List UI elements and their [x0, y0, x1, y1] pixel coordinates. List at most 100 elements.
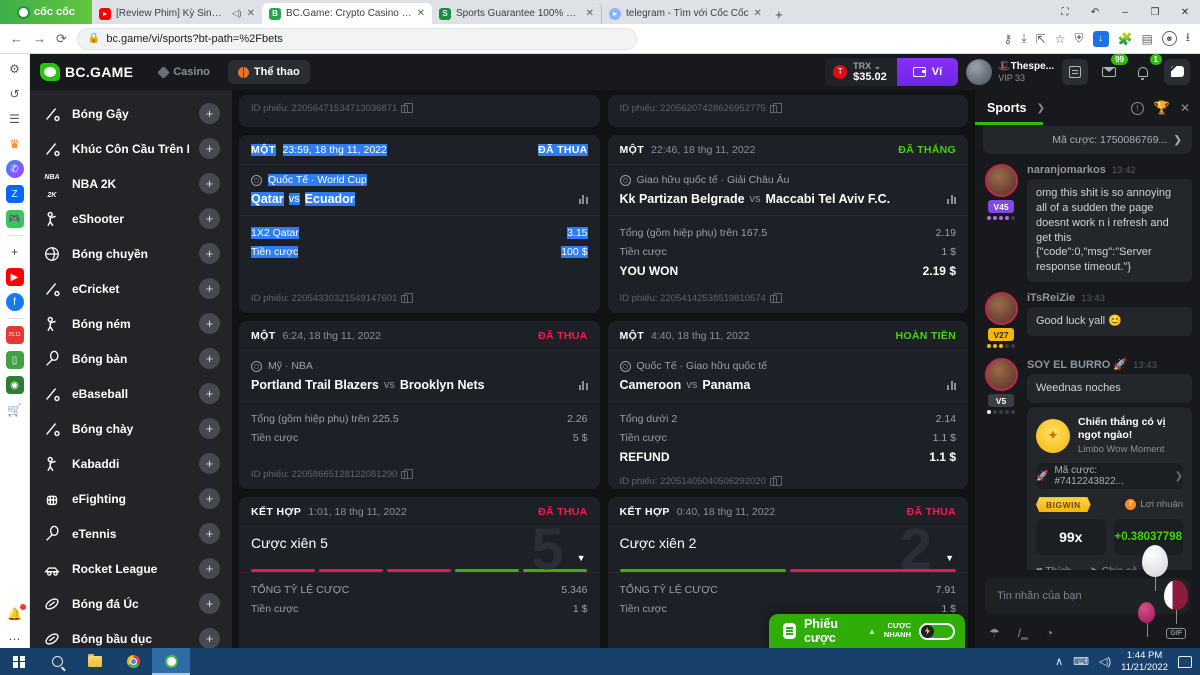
- maximize-button[interactable]: ❒: [1140, 7, 1170, 18]
- sidebar-item-bóng-bàn[interactable]: Bóng bàn+: [30, 341, 232, 376]
- tray-expand-icon[interactable]: ∧: [1055, 655, 1063, 668]
- football-icon[interactable]: ◉: [6, 376, 24, 394]
- browser-tab-4[interactable]: telegram - Tìm với Cốc Cốc✕: [602, 3, 769, 24]
- bet-card[interactable]: MỘT4:40, 18 thg 11, 2022HOÀN TIỀNQuốc Tế…: [608, 321, 969, 489]
- trophy-icon[interactable]: 🏆: [1154, 100, 1170, 116]
- user-profile[interactable]: 🎩Thespe... VIP 33: [966, 59, 1054, 85]
- add-sport-button[interactable]: +: [199, 523, 220, 544]
- combo-expand-icon[interactable]: ▼: [577, 553, 586, 563]
- match-stats-icon[interactable]: [579, 194, 588, 204]
- youtube-icon[interactable]: ▶: [6, 268, 24, 286]
- tab-close-icon[interactable]: ✕: [754, 8, 762, 19]
- chat-close-icon[interactable]: ✕: [1180, 101, 1190, 115]
- minimize-button[interactable]: –: [1110, 7, 1140, 18]
- browser-profile-icon[interactable]: ☻: [1162, 31, 1177, 46]
- install-icon[interactable]: ⤓: [1021, 31, 1026, 46]
- sale-25-11-icon[interactable]: 25.11: [6, 326, 24, 344]
- add-sport-button[interactable]: +: [199, 593, 220, 614]
- taskbar-search-button[interactable]: [38, 648, 76, 675]
- nav-casino[interactable]: Casino: [149, 60, 220, 84]
- add-sport-button[interactable]: +: [199, 103, 220, 124]
- reading-list-icon[interactable]: ☰: [6, 110, 24, 128]
- add-sport-button[interactable]: +: [199, 453, 220, 474]
- battery-icon[interactable]: ▯: [6, 351, 24, 369]
- bet-card[interactable]: MỘT6:24, 18 thg 11, 2022ĐÃ THUAMỹ · NBAP…: [239, 321, 600, 489]
- tab-close-icon[interactable]: ✕: [417, 8, 425, 19]
- mail-button[interactable]: 99: [1096, 59, 1122, 85]
- gif-button[interactable]: GIF: [1166, 628, 1186, 639]
- add-sport-button[interactable]: +: [199, 558, 220, 579]
- settings-gear-icon[interactable]: ⚙: [6, 60, 24, 78]
- chat-avatar[interactable]: [985, 164, 1018, 197]
- sidebar-item-khúc-côn-cầu-trên-băng[interactable]: Khúc Côn Cầu Trên Băng+: [30, 131, 232, 166]
- add-sport-button[interactable]: +: [199, 138, 220, 159]
- browser-tab-2[interactable]: BC.Game: Crypto Casino Gam✕: [262, 3, 432, 24]
- sidebar-item-bóng-chuyền[interactable]: Bóng chuyền+: [30, 236, 232, 271]
- chat-tab-sports[interactable]: Sports: [985, 91, 1029, 125]
- sidebar-item-eshooter[interactable]: eShooter+: [30, 201, 232, 236]
- sidebar-item-etennis[interactable]: eTennis+: [30, 516, 232, 551]
- sidebar-toggle-icon[interactable]: ▤: [1141, 32, 1152, 46]
- sidebar-item-nba-2k[interactable]: NBA2KNBA 2K+: [30, 166, 232, 201]
- volume-icon[interactable]: ◁): [1099, 655, 1111, 668]
- zalo-icon[interactable]: Z: [6, 185, 24, 203]
- add-sport-button[interactable]: +: [199, 313, 220, 334]
- bet-card[interactable]: MỘT22:46, 18 thg 11, 2022ĐÃ THẮNGGiao hữ…: [608, 135, 969, 313]
- browser-tab-1[interactable]: [Review Phim] Kỳ Sinh Tr..◁)✕: [92, 3, 262, 24]
- combo-expand-icon[interactable]: ▼: [945, 553, 954, 563]
- coin-drop-icon[interactable]: ◔: [1046, 626, 1053, 640]
- new-tab-button[interactable]: +: [769, 4, 789, 24]
- copy-icon[interactable]: [770, 478, 777, 486]
- restore-tab-icon[interactable]: ↶: [1080, 7, 1110, 18]
- screenshot-tool-icon[interactable]: ⛶: [1050, 7, 1080, 18]
- forward-button[interactable]: →: [33, 31, 46, 46]
- rain-feature-icon[interactable]: ☂: [989, 626, 1000, 640]
- copy-icon[interactable]: [401, 105, 408, 113]
- win-share-card[interactable]: Chiến thắng có vị ngọt ngào!Limbo Wow Mo…: [1027, 407, 1192, 570]
- chrome-button[interactable]: [114, 648, 152, 675]
- more-icon[interactable]: ⋯: [6, 630, 24, 648]
- notifications-button[interactable]: 1: [1130, 59, 1156, 85]
- chat-message-input[interactable]: [985, 578, 1190, 614]
- chat-partial-bet-code[interactable]: Mã cược: 1750086769...❯: [983, 126, 1192, 154]
- sidebar-item-bóng-chày[interactable]: Bóng chày+: [30, 411, 232, 446]
- browser-tab-3[interactable]: Sports Guarantee 100% cash✕: [432, 3, 602, 24]
- chat-toggle-button[interactable]: [1164, 59, 1190, 85]
- match-stats-icon[interactable]: [947, 380, 956, 390]
- bet-card[interactable]: MỘT23:59, 18 thg 11, 2022ĐÃ THUAQuốc Tế …: [239, 135, 600, 313]
- coccoc-brand[interactable]: cốc cốc: [0, 0, 92, 24]
- address-bar[interactable]: 🔒 bc.game/vi/sports?bt-path=%2Fbets: [77, 28, 637, 50]
- sidebar-item-ecricket[interactable]: eCricket+: [30, 271, 232, 306]
- balance-selector[interactable]: T TRX ⌄ $35.02: [825, 58, 897, 87]
- copy-icon[interactable]: [401, 295, 408, 303]
- sidebar-item-ebaseball[interactable]: eBaseball+: [30, 376, 232, 411]
- sidebar-item-bóng-ném[interactable]: Bóng ném+: [30, 306, 232, 341]
- bet-list-button[interactable]: [1062, 59, 1088, 85]
- sidebar-item-bóng-bầu-dục[interactable]: Bóng bầu dục+: [30, 621, 232, 648]
- copy-icon[interactable]: [770, 295, 777, 303]
- add-sport-button[interactable]: +: [199, 488, 220, 509]
- add-sport-button[interactable]: +: [199, 628, 220, 648]
- add-shortcut-icon[interactable]: +: [6, 243, 24, 261]
- add-sport-button[interactable]: +: [199, 348, 220, 369]
- sidebar-item-bóng-đá-úc[interactable]: Bóng đá Úc+: [30, 586, 232, 621]
- chat-username[interactable]: naranjomarkos: [1027, 164, 1106, 176]
- extensions-puzzle-icon[interactable]: 🧩: [1118, 32, 1133, 46]
- facebook-icon[interactable]: f: [6, 293, 24, 311]
- network-icon[interactable]: ⌨: [1073, 655, 1089, 668]
- sidebar-item-kabaddi[interactable]: Kabaddi+: [30, 446, 232, 481]
- slash-commands-icon[interactable]: /‗: [1018, 626, 1028, 640]
- downloads-tray-icon[interactable]: ⭳: [1186, 28, 1190, 49]
- password-key-icon[interactable]: ⚷: [1004, 32, 1013, 46]
- history-icon[interactable]: ↺: [6, 85, 24, 103]
- bookmark-star-icon[interactable]: ☆: [1055, 32, 1066, 46]
- start-button[interactable]: [0, 648, 38, 675]
- add-sport-button[interactable]: +: [199, 278, 220, 299]
- adblock-shield-icon[interactable]: ⛨: [1074, 31, 1083, 46]
- coccoc-taskbar-button[interactable]: [152, 648, 190, 675]
- chat-room-chevron-icon[interactable]: ❯: [1037, 103, 1045, 114]
- sidebar-item-rocket-league[interactable]: Rocket League+: [30, 551, 232, 586]
- bet-card[interactable]: KẾT HỢP1:01, 18 thg 11, 2022ĐÃ THUACược …: [239, 497, 600, 648]
- file-explorer-button[interactable]: [76, 648, 114, 675]
- share-icon[interactable]: ⇱: [1036, 32, 1046, 46]
